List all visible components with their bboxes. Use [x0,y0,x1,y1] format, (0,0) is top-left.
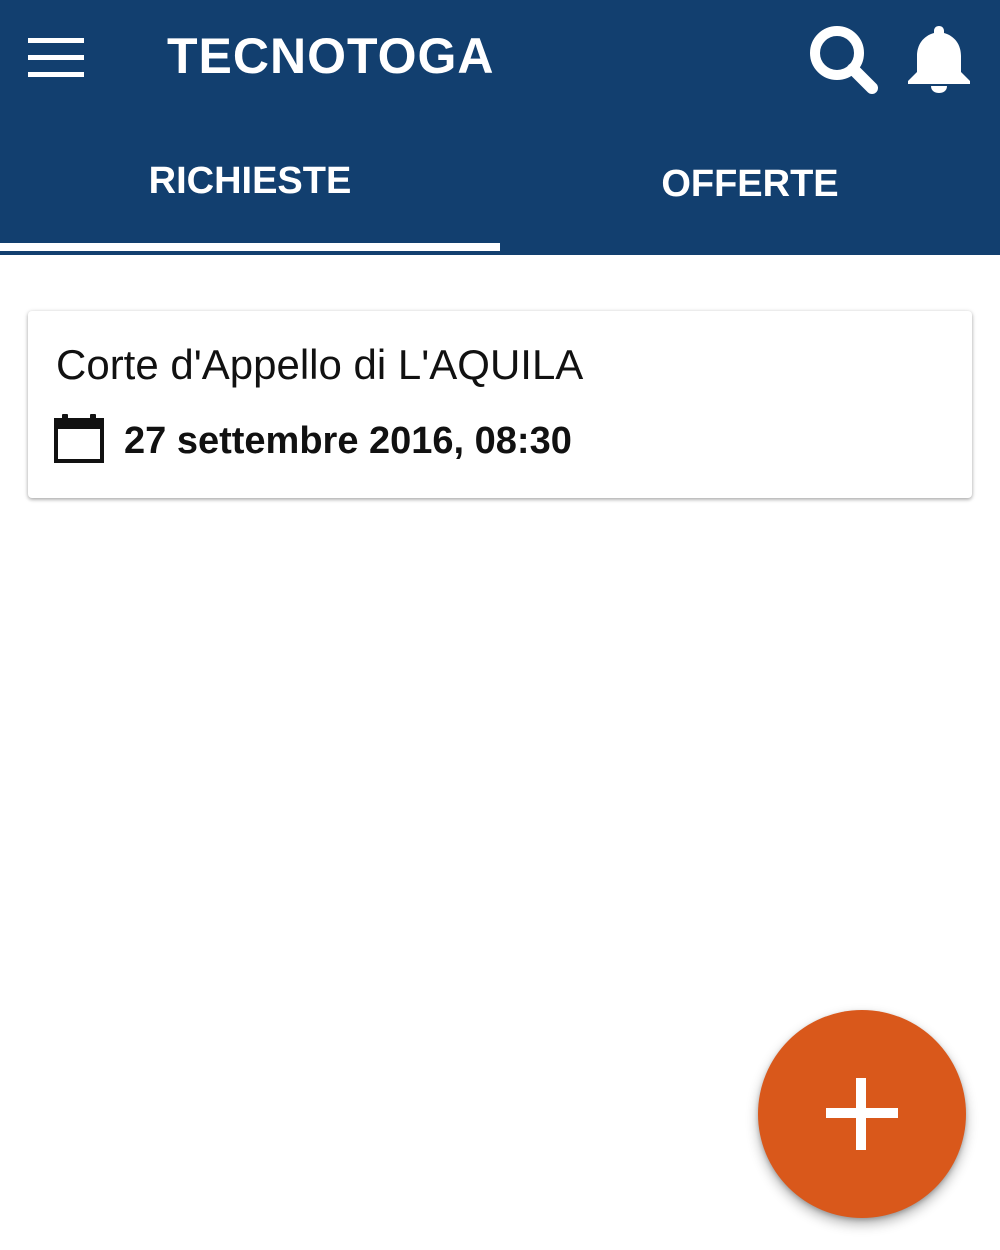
notifications-button[interactable] [903,22,975,94]
court-name: Corte d'Appello di L'AQUILA [56,341,584,388]
hamburger-menu-icon-bar [28,72,84,77]
app-bar: TECNOTOGA RICHIESTE OFFERTE [0,0,1000,255]
add-request-button[interactable] [758,1010,966,1218]
hamburger-menu-icon [28,38,84,43]
search-button[interactable] [806,22,882,94]
plus-icon [826,1078,898,1150]
app-title: TECNOTOGA [167,28,495,84]
tab-offerte-label: OFFERTE [661,163,839,205]
tab-bar: RICHIESTE OFFERTE [0,120,1000,255]
request-datetime: 27 settembre 2016, 08:30 [124,420,572,462]
search-icon [810,26,878,94]
bell-icon [908,26,970,93]
hamburger-menu-icon-bar [28,55,84,60]
app-screen: TECNOTOGA RICHIESTE OFFERTE Corte d'Appe… [0,0,1000,1250]
tab-richieste-label: RICHIESTE [148,160,352,202]
selected-tab-indicator [0,243,500,251]
tab-richieste[interactable]: RICHIESTE [0,120,500,255]
calendar-icon [54,414,104,463]
request-card[interactable]: Corte d'Appello di L'AQUILA 27 settembre… [28,311,972,498]
tab-offerte[interactable]: OFFERTE [500,120,1000,255]
menu-button[interactable] [22,28,88,84]
